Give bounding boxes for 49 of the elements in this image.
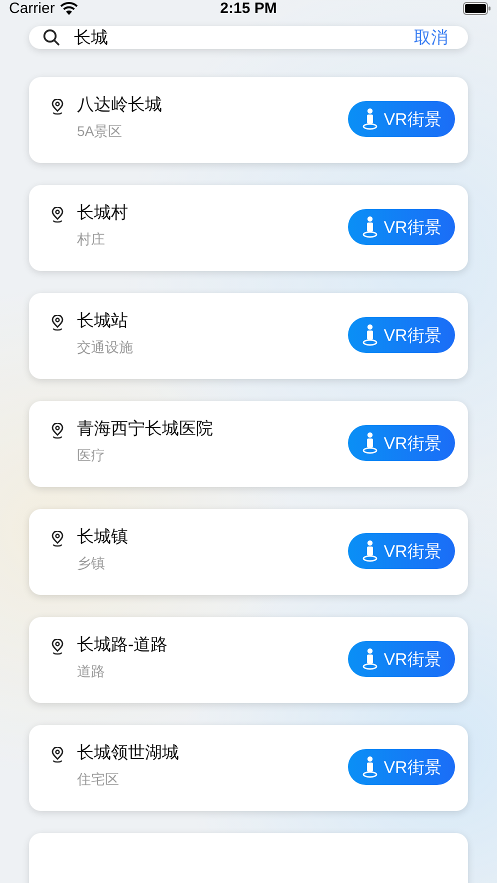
status-time: 2:15 PM [220,0,277,17]
search-icon [43,29,60,46]
place-category: 5A景区 [77,123,124,141]
person-icon [362,432,378,454]
result-card[interactable]: 长城路-道路 道路 VR街景 [29,617,468,703]
place-category: 医疗 [77,447,106,465]
result-card[interactable]: 青海西宁长城医院 医疗 VR街景 [29,401,468,487]
place-name: 青海西宁长城医院 [77,418,214,440]
result-card[interactable]: 长城村 村庄 VR街景 [29,185,468,271]
place-name: 长城站 [77,310,129,332]
result-card[interactable]: 长城站 交通设施 VR街景 [29,293,468,379]
place-category: 住宅区 [77,771,120,789]
wifi-icon [60,2,78,15]
vr-street-view-button[interactable]: VR街景 [348,209,455,245]
location-pin-icon [51,99,64,115]
result-card[interactable]: 八达岭长城 5A景区 VR街景 [29,77,468,163]
person-icon [362,648,378,670]
place-name: 长城路-道路 [77,634,169,656]
location-pin-icon [51,423,64,439]
result-card[interactable]: 长城领世湖城 住宅区 VR街景 [29,725,468,811]
location-pin-icon [51,639,64,655]
place-name: 长城领世湖城 [77,742,180,764]
result-card[interactable]: 长城镇 乡镇 VR街景 [29,509,468,595]
place-category: 乡镇 [77,555,106,573]
person-icon [362,324,378,346]
location-pin-icon [51,315,64,331]
carrier-name: Carrier [9,0,55,17]
place-name: 长城镇 [77,526,129,548]
vr-street-view-button[interactable]: VR街景 [348,425,455,461]
person-icon [362,756,378,778]
search-field[interactable]: 长城 取消 [29,26,468,49]
place-name: 八达岭长城 [77,94,163,116]
vr-street-view-button[interactable]: VR街景 [348,317,455,353]
vr-street-view-button[interactable]: VR街景 [348,749,455,785]
vr-street-view-button[interactable]: VR街景 [348,641,455,677]
person-icon [362,540,378,562]
location-pin-icon [51,207,64,223]
place-name: 长城村 [77,202,129,224]
vr-street-view-button[interactable]: VR街景 [348,533,455,569]
vr-street-view-button[interactable]: VR街景 [348,101,455,137]
place-category: 村庄 [77,231,106,249]
place-category: 道路 [77,663,106,681]
place-category: 交通设施 [77,339,134,357]
person-icon [362,216,378,238]
battery-icon [463,2,491,15]
location-pin-icon [51,531,64,547]
person-icon [362,108,378,130]
cancel-button[interactable]: 取消 [414,26,448,49]
location-pin-icon [51,747,64,763]
